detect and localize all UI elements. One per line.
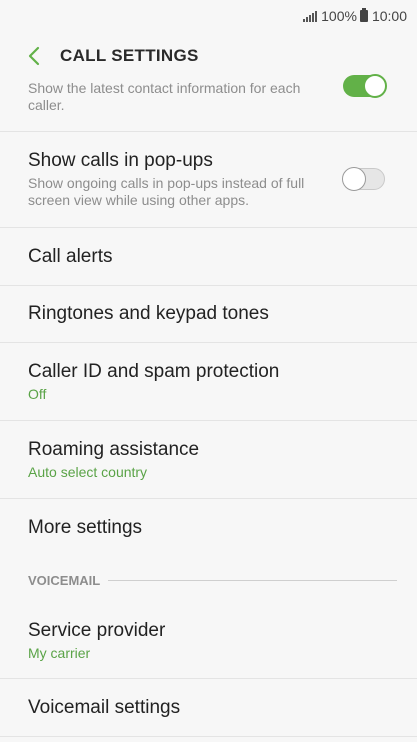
section-divider — [108, 579, 397, 581]
more-settings-row[interactable]: More settings — [0, 499, 417, 557]
roaming-value: Auto select country — [28, 463, 148, 480]
contact-info-description: Show the latest contact information for … — [28, 80, 301, 113]
voicemail-section-label: VOICEMAIL — [28, 572, 101, 588]
contact-info-toggle[interactable] — [343, 74, 387, 98]
voicemail-section-header: VOICEMAIL — [0, 557, 417, 603]
back-button[interactable] — [14, 36, 54, 76]
roaming-title: Roaming assistance — [28, 438, 200, 460]
ringtones-row[interactable]: Ringtones and keypad tones — [0, 286, 417, 343]
service-provider-row[interactable]: Service provider My carrier — [0, 603, 417, 679]
battery-percent: 100% — [321, 8, 357, 24]
toggle-knob — [363, 74, 387, 98]
status-bar: 100% 10:00 — [0, 0, 417, 32]
caller-id-value: Off — [28, 385, 47, 402]
signal-icon — [303, 10, 318, 22]
caller-id-row[interactable]: Caller ID and spam protection Off — [0, 343, 417, 421]
contact-info-row[interactable]: Show the latest contact information for … — [0, 74, 417, 132]
service-provider-title: Service provider — [28, 619, 166, 641]
clock: 10:00 — [371, 8, 407, 24]
voicemail-settings-row[interactable]: Voicemail settings — [0, 679, 417, 737]
roaming-row[interactable]: Roaming assistance Auto select country — [0, 421, 417, 499]
voicemail-settings-title: Voicemail settings — [28, 696, 181, 718]
battery-icon — [359, 8, 368, 22]
call-alerts-title: Call alerts — [28, 245, 113, 267]
popups-row[interactable]: Show calls in pop-ups Show ongoing calls… — [0, 132, 417, 228]
popups-description: Show ongoing calls in pop-ups instead of… — [28, 175, 305, 208]
ringtones-title: Ringtones and keypad tones — [28, 303, 269, 324]
settings-list: Show the latest contact information for … — [0, 74, 417, 737]
service-provider-value: My carrier — [28, 644, 91, 661]
popups-title: Show calls in pop-ups — [28, 150, 213, 171]
app-bar: CALL SETTINGS — [0, 32, 417, 80]
call-alerts-row[interactable]: Call alerts — [0, 228, 417, 286]
toggle-knob — [342, 167, 366, 191]
more-settings-title: More settings — [28, 517, 143, 538]
popups-toggle[interactable] — [342, 167, 385, 191]
chevron-left-icon — [28, 46, 40, 66]
page-title: CALL SETTINGS — [60, 46, 199, 65]
caller-id-title: Caller ID and spam protection — [28, 360, 280, 382]
